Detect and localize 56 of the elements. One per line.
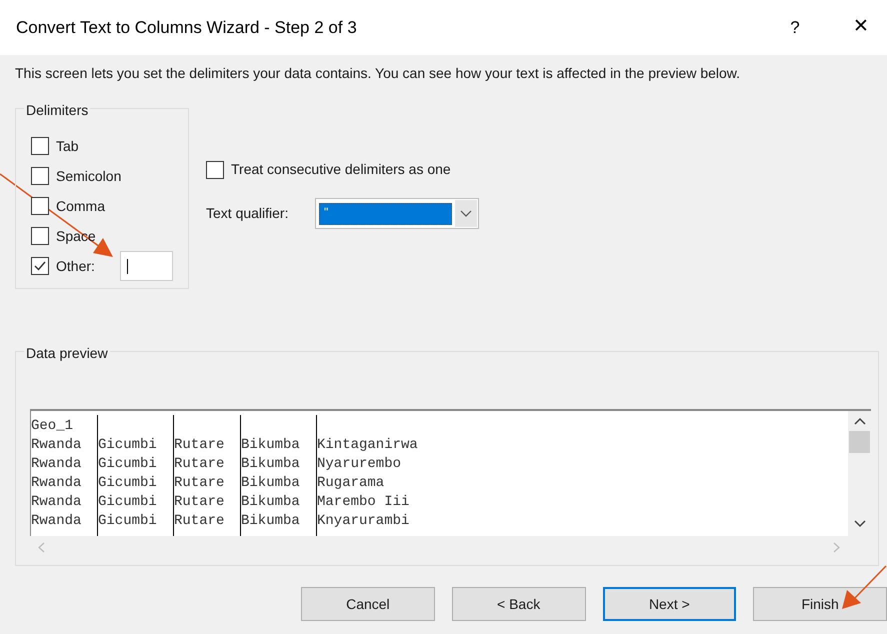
- table-cell: Gicumbi: [98, 437, 157, 453]
- table-cell: Gicumbi: [98, 513, 157, 529]
- checkmark-icon: [33, 259, 47, 273]
- checkbox-label: Treat consecutive delimiters as one: [231, 160, 451, 179]
- description-text: This screen lets you set the delimiters your data contains. You can see how your text is affected in the preview below.: [14, 64, 742, 83]
- checkbox[interactable]: [31, 137, 49, 155]
- checkbox[interactable]: [31, 227, 49, 245]
- table-cell: Rutare: [174, 513, 224, 529]
- text-qualifier-label: Text qualifier:: [206, 204, 290, 223]
- dialog-button[interactable]: Next >: [602, 587, 736, 621]
- table-cell: Marembo Iii: [317, 494, 410, 510]
- checkbox[interactable]: [31, 197, 49, 215]
- checkbox[interactable]: [31, 257, 49, 275]
- table-cell: Rwanda: [31, 475, 82, 491]
- checkbox-label: Other:: [56, 256, 95, 276]
- table-cell: Knyarurambi: [317, 513, 410, 529]
- checkbox-label: Comma: [56, 196, 106, 216]
- table-cell: Rwanda: [31, 513, 82, 529]
- table-cell: Kintaganirwa: [317, 437, 418, 453]
- table-cell: Geo_1: [31, 418, 74, 434]
- scroll-up-icon[interactable]: [854, 417, 866, 425]
- annotation-arrow: [842, 565, 887, 609]
- dialog-button[interactable]: Cancel: [301, 587, 435, 621]
- table-cell: Gicumbi: [98, 494, 157, 510]
- table-cell: Gicumbi: [98, 475, 157, 491]
- table-cell: Rutare: [174, 475, 224, 491]
- checkbox-label: Semicolon: [56, 166, 122, 186]
- scroll-thumb[interactable]: [849, 431, 870, 453]
- text-qualifier-dropdown[interactable]: ": [315, 198, 479, 229]
- chevron-down-icon: [455, 200, 477, 227]
- checkbox[interactable]: [206, 160, 224, 178]
- dialog-button[interactable]: Finish: [753, 587, 887, 621]
- table-cell: Rutare: [174, 437, 224, 453]
- text-cursor: [126, 258, 128, 274]
- close-button[interactable]: ✕: [841, 8, 881, 48]
- table-cell: Rutare: [174, 494, 224, 510]
- help-button[interactable]: ?: [775, 8, 815, 48]
- table-cell: Rwanda: [31, 437, 82, 453]
- table-cell: Rutare: [174, 456, 224, 472]
- table-cell: Rwanda: [31, 494, 82, 510]
- table-cell: Gicumbi: [98, 456, 157, 472]
- dropdown-value: ": [319, 202, 452, 224]
- other-input-field[interactable]: [120, 251, 173, 281]
- table-cell: Bikumba: [241, 494, 300, 510]
- table-cell: Bikumba: [241, 456, 300, 472]
- table-cell: Bikumba: [241, 475, 300, 491]
- table-cell: Nyarurembo: [317, 456, 402, 472]
- table-cell: Bikumba: [241, 437, 300, 453]
- table-cell: Rwanda: [31, 456, 82, 472]
- checkbox-label: Tab: [56, 136, 79, 156]
- table-cell: Bikumba: [241, 513, 300, 529]
- window-title: Convert Text to Columns Wizard - Step 2 of 3: [16, 16, 357, 39]
- scroll-down-icon[interactable]: [854, 520, 866, 528]
- checkbox[interactable]: [31, 167, 49, 185]
- table-cell: Rugarama: [317, 475, 384, 491]
- dialog-button[interactable]: < Back: [452, 587, 586, 621]
